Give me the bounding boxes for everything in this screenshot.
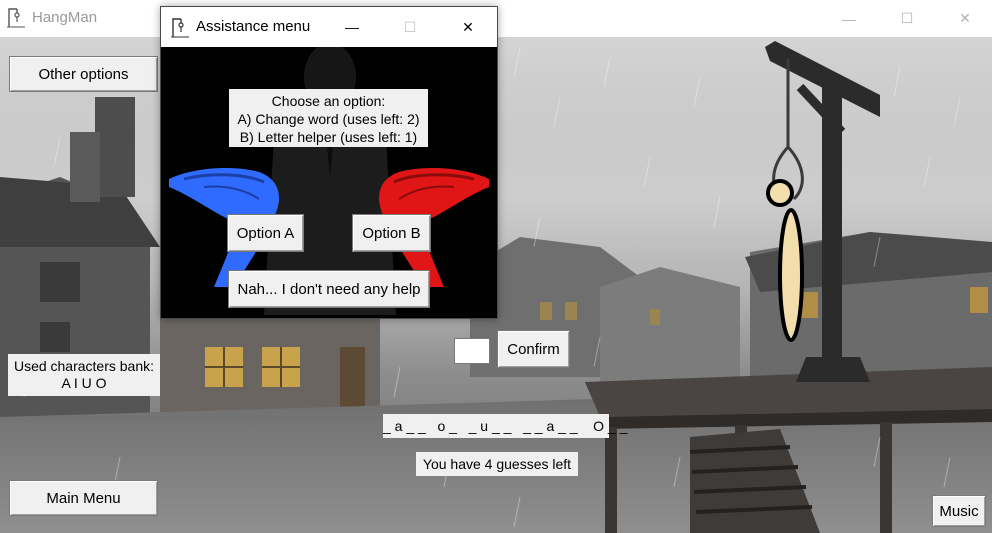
option-b-button[interactable]: Option B xyxy=(352,214,431,252)
dialog-titlebar: Assistance menu — ☐ ✕ xyxy=(161,7,497,47)
hangman-dialog-icon xyxy=(171,18,189,38)
dialog-title: Assistance menu xyxy=(196,18,311,35)
hangman-app-icon xyxy=(7,8,25,28)
minimize-icon: — xyxy=(842,10,856,27)
prompt-option-a: A) Change word (uses left: 2) xyxy=(237,111,420,127)
dialog-maximize-button[interactable]: ☐ xyxy=(382,7,438,47)
option-a-button[interactable]: Option A xyxy=(227,214,304,252)
maximize-icon: ☐ xyxy=(403,18,417,35)
dialog-close-button[interactable]: ✕ xyxy=(440,7,496,47)
prompt-title: Choose an option: xyxy=(271,93,386,109)
app-title: HangMan xyxy=(32,9,98,26)
hangman-head xyxy=(766,179,794,207)
main-close-button[interactable]: ✕ xyxy=(942,0,988,37)
main-minimize-button[interactable]: — xyxy=(826,0,872,37)
main-menu-button[interactable]: Main Menu xyxy=(9,480,158,516)
no-help-button[interactable]: Nah... I don't need any help xyxy=(228,270,430,308)
prompt-option-b: B) Letter helper (uses left: 1) xyxy=(239,129,418,145)
close-icon: ✕ xyxy=(462,18,474,35)
music-button[interactable]: Music xyxy=(932,495,986,527)
used-characters-bank: Used characters bank: A I U O xyxy=(8,354,160,396)
main-maximize-button[interactable]: ☐ xyxy=(884,0,930,37)
assistance-dialog: Assistance menu — ☐ ✕ Choose an option: … xyxy=(160,6,498,319)
word-pattern: _ a _ _ o _ _ u _ _ _ _ a _ _ O _ _ xyxy=(383,414,627,438)
confirm-button[interactable]: Confirm xyxy=(497,330,570,368)
close-icon: ✕ xyxy=(959,10,971,26)
dialog-prompt: Choose an option: A) Change word (uses l… xyxy=(229,89,428,147)
used-characters-value: A I U O xyxy=(61,375,107,391)
used-characters-title: Used characters bank: xyxy=(13,358,155,374)
other-options-button[interactable]: Other options xyxy=(9,56,158,92)
dialog-minimize-button[interactable]: — xyxy=(324,7,380,47)
hangman-body xyxy=(778,208,804,342)
letter-guess-input[interactable] xyxy=(454,338,490,364)
minimize-icon: — xyxy=(345,19,359,35)
guesses-left-label: You have 4 guesses left xyxy=(416,452,578,476)
maximize-icon: ☐ xyxy=(900,10,914,26)
